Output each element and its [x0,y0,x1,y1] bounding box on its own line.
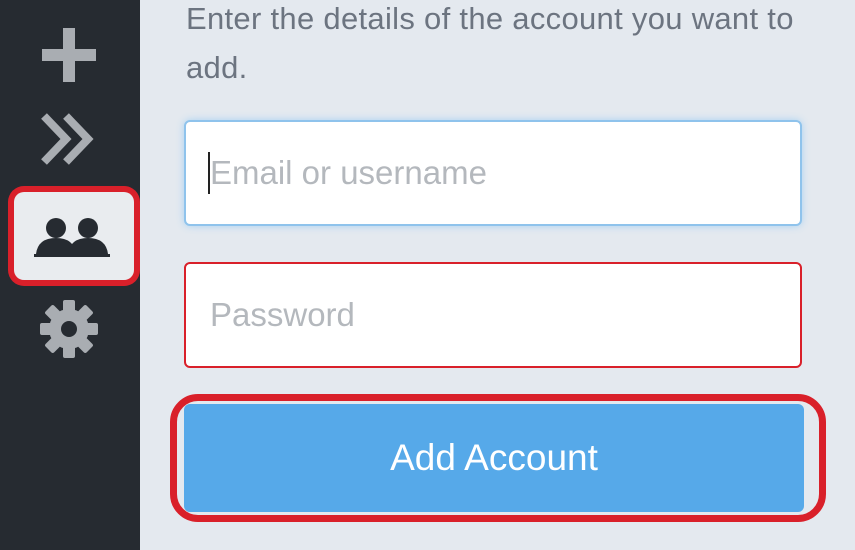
users-icon [34,218,110,257]
sidebar [0,0,140,550]
text-cursor [208,152,210,194]
add-account-button[interactable]: Add Account [184,404,804,512]
sidebar-item-accounts[interactable] [14,192,134,280]
add-account-panel: Enter the details of the account you wan… [140,0,855,550]
email-field[interactable] [184,120,802,226]
password-field[interactable] [184,262,802,368]
double-chevron-right-icon[interactable] [36,110,102,168]
instructions-text: Enter the details of the account you wan… [186,1,794,85]
gear-icon[interactable] [36,296,102,362]
plus-icon[interactable] [36,22,102,88]
